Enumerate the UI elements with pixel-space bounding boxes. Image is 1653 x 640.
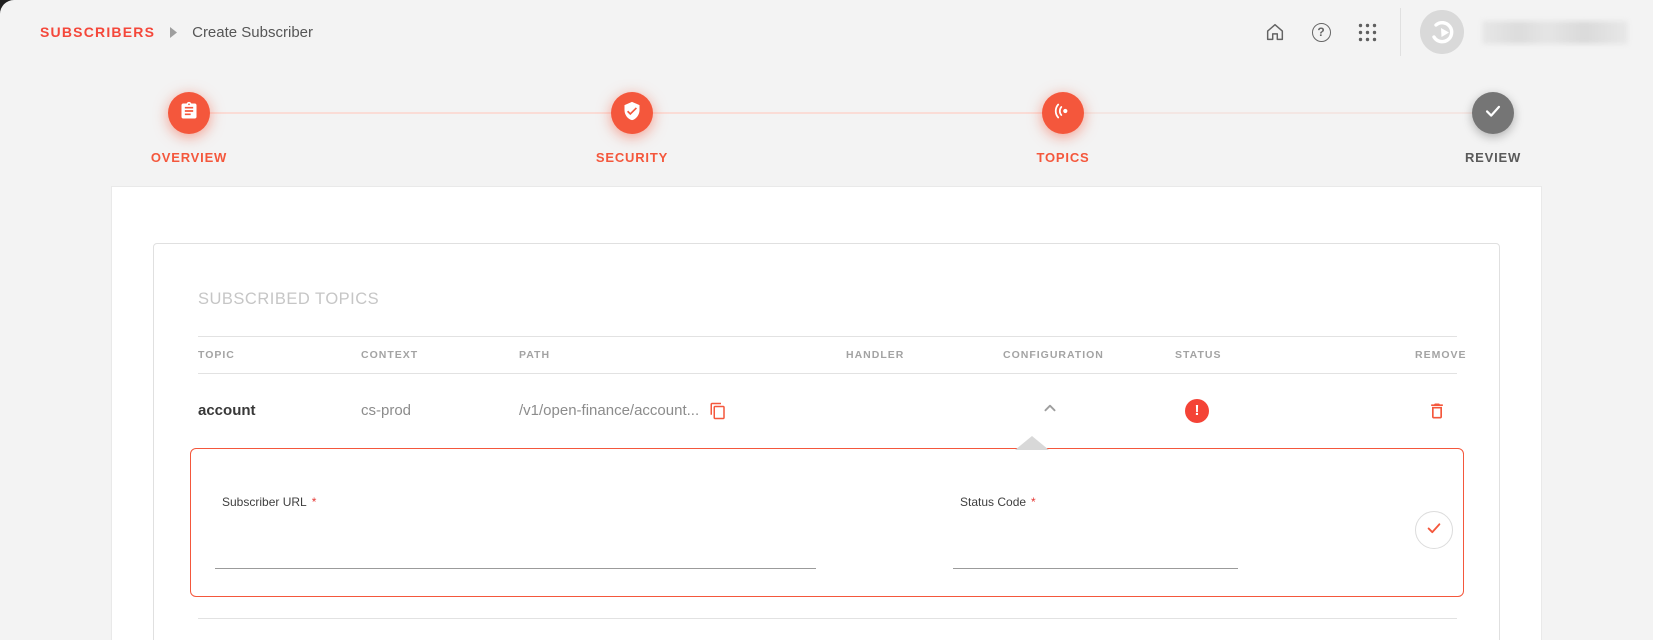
topics-table: TOPIC CONTEXT PATH HANDLER CONFIGURATION… xyxy=(198,336,1457,447)
copy-icon[interactable] xyxy=(709,402,727,420)
row-divider xyxy=(198,618,1457,619)
stepper-connector xyxy=(653,112,1042,114)
status-code-label: Status Code* xyxy=(960,495,1036,509)
broadcast-icon xyxy=(1052,100,1074,127)
col-path: PATH xyxy=(519,349,846,361)
step-review-label: REVIEW xyxy=(1423,150,1563,165)
status-cell: ! xyxy=(1175,399,1415,423)
path-text: /v1/open-finance/account... xyxy=(519,402,699,419)
step-overview-label: OVERVIEW xyxy=(119,150,259,165)
chevron-up-icon[interactable] xyxy=(1039,397,1061,419)
table-row: account cs-prod /v1/open-finance/account… xyxy=(198,374,1457,447)
panel-notch xyxy=(1015,436,1049,450)
check-icon xyxy=(1424,518,1444,543)
required-asterisk: * xyxy=(1031,495,1036,509)
step-topics-label: TOPICS xyxy=(993,150,1133,165)
col-topic: TOPIC xyxy=(198,349,361,361)
table-header-row: TOPIC CONTEXT PATH HANDLER CONFIGURATION… xyxy=(198,336,1457,374)
stepper-connector xyxy=(1084,112,1472,114)
shield-check-icon xyxy=(622,101,642,126)
subscribed-topics-card: SUBSCRIBED TOPICS TOPIC CONTEXT PATH HAN… xyxy=(153,243,1500,640)
check-icon xyxy=(1482,100,1504,127)
step-security[interactable]: SECURITY xyxy=(562,92,702,165)
col-context: CONTEXT xyxy=(361,349,519,361)
col-remove: REMOVE xyxy=(1415,349,1471,361)
col-configuration: CONFIGURATION xyxy=(1003,349,1175,361)
stepper-connector xyxy=(210,112,611,114)
configuration-cell xyxy=(1003,397,1175,424)
topic-cell: account xyxy=(198,402,361,419)
subscriber-url-label: Subscriber URL* xyxy=(222,495,316,509)
error-icon: ! xyxy=(1185,399,1209,423)
required-asterisk: * xyxy=(312,495,317,509)
col-status: STATUS xyxy=(1175,349,1415,361)
clipboard-icon xyxy=(179,101,199,126)
topic-configuration-panel: Subscriber URL* Status Code* xyxy=(190,448,1464,597)
main-panel: SUBSCRIBED TOPICS TOPIC CONTEXT PATH HAN… xyxy=(111,186,1542,640)
context-cell: cs-prod xyxy=(361,402,519,419)
col-handler: HANDLER xyxy=(846,349,1003,361)
section-title: SUBSCRIBED TOPICS xyxy=(198,290,379,309)
status-code-input[interactable] xyxy=(953,543,1238,569)
app-window: SUBSCRIBERS Create Subscriber ? xyxy=(0,0,1653,640)
step-review[interactable]: REVIEW xyxy=(1423,92,1563,165)
path-cell: /v1/open-finance/account... xyxy=(519,402,846,420)
step-overview[interactable]: OVERVIEW xyxy=(119,92,259,165)
subscriber-url-input[interactable] xyxy=(215,543,816,569)
step-security-label: SECURITY xyxy=(562,150,702,165)
confirm-configuration-button[interactable] xyxy=(1415,511,1453,549)
step-topics[interactable]: TOPICS xyxy=(993,92,1133,165)
wizard-stepper: OVERVIEW SECURITY xyxy=(0,0,1653,170)
trash-icon[interactable] xyxy=(1427,401,1447,421)
page-surface: SUBSCRIBERS Create Subscriber ? xyxy=(0,0,1653,640)
